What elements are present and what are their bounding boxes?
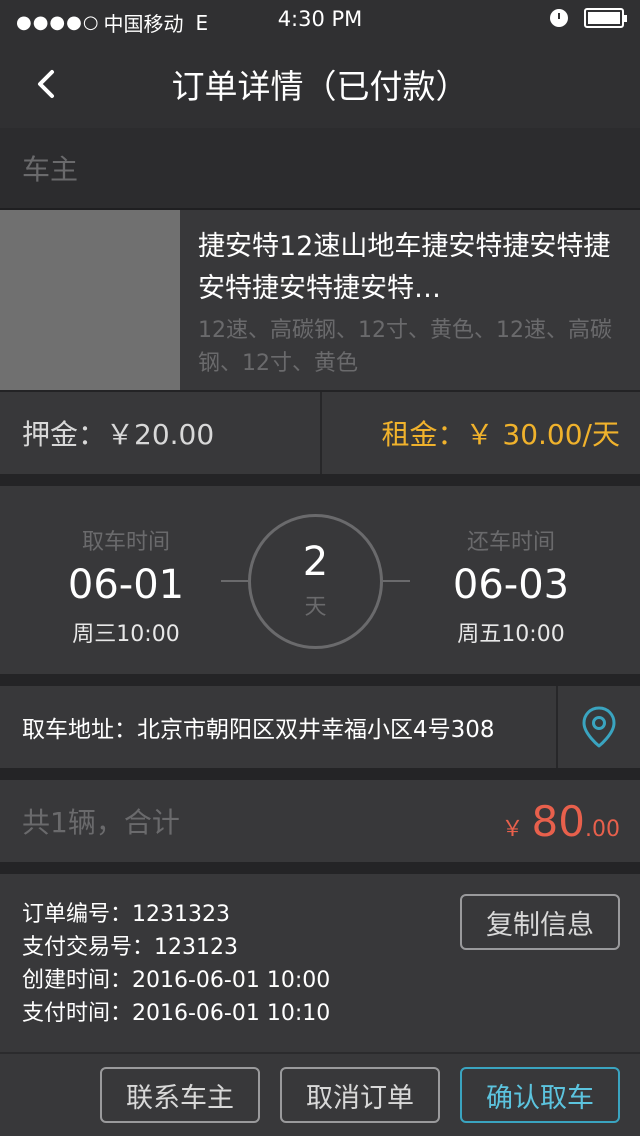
product-info: 捷安特12速山地车捷安特捷安特捷安特捷安特捷安特… 12速、高碳钢、12寸、黄色… — [180, 210, 640, 390]
owner-section-label: 车主 — [0, 128, 640, 210]
total-row: 共1辆，合计 ￥ 80 .00 — [0, 780, 640, 862]
pickup-address-row: 取车地址：北京市朝阳区双井幸福小区4号308 — [0, 686, 640, 768]
copy-info-button[interactable]: 复制信息 — [460, 894, 620, 950]
nav-bar: 订单详情（已付款） — [0, 40, 640, 128]
total-label: 共1辆，合计 — [22, 806, 180, 839]
rent-amount: 租金：￥ 30.00/天 — [381, 418, 621, 451]
location-button[interactable] — [558, 686, 640, 768]
contact-owner-button[interactable]: 联系车主 — [100, 1067, 260, 1123]
alarm-clock-icon — [550, 9, 568, 27]
rental-days-count: 2 — [302, 539, 329, 585]
return-weekday-time: 周五10:00 — [457, 622, 565, 647]
rental-days-unit: 天 — [304, 595, 327, 620]
total-amount-decimal: .00 — [585, 816, 620, 842]
product-image — [0, 210, 180, 390]
return-date: 06-03 — [452, 562, 570, 608]
product-name: 捷安特12速山地车捷安特捷安特捷安特捷安特捷安特… — [198, 231, 611, 304]
order-info-section: 订单编号：1231323 支付交易号：123123 创建时间：2016-06-0… — [0, 874, 640, 1054]
action-bar: 联系车主 取消订单 确认取车 — [0, 1054, 640, 1136]
confirm-pickup-button[interactable]: 确认取车 — [460, 1067, 620, 1123]
connector-line-right — [383, 580, 410, 582]
total-price: ￥ 80 .00 — [502, 797, 620, 846]
rental-period: 取车时间 06-01 周三10:00 2 天 还车时间 06-03 周五10:0… — [0, 486, 640, 674]
paid-time: 支付时间：2016-06-01 10:10 — [22, 1001, 331, 1026]
pickup-date: 06-01 — [67, 562, 185, 608]
status-right — [550, 8, 627, 28]
currency-symbol: ￥ — [501, 816, 524, 842]
total-amount-integer: 80 — [531, 796, 585, 846]
chevron-left-icon[interactable] — [26, 62, 70, 106]
deposit-amount: 押金：￥20.00 — [0, 392, 322, 474]
location-pin-icon[interactable] — [581, 705, 617, 749]
battery-icon — [584, 8, 627, 28]
pickup-time-block: 取车时间 06-01 周三10:00 — [26, 524, 226, 648]
rental-days-circle: 2 天 — [248, 514, 383, 649]
pickup-label: 取车时间 — [81, 530, 170, 555]
connector-line-left — [221, 580, 248, 582]
return-label: 还车时间 — [466, 530, 555, 555]
page-title: 订单详情（已付款） — [171, 67, 469, 106]
price-row: 押金：￥20.00 租金：￥ 30.00/天 — [0, 392, 640, 474]
status-time: 4:30 PM — [277, 7, 363, 31]
return-time-block: 还车时间 06-03 周五10:00 — [411, 524, 611, 648]
pickup-address: 取车地址：北京市朝阳区双井幸福小区4号308 — [0, 686, 558, 768]
product-specs: 12速、高碳钢、12寸、黄色、12速、高碳钢、12寸、黄色 — [198, 318, 612, 376]
pickup-weekday-time: 周三10:00 — [72, 622, 180, 647]
status-bar: ●●●●○ 中国移动 E 4:30 PM — [0, 0, 640, 40]
product-card[interactable]: 捷安特12速山地车捷安特捷安特捷安特捷安特捷安特… 12速、高碳钢、12寸、黄色… — [0, 210, 640, 392]
created-time: 创建时间：2016-06-01 10:00 — [22, 968, 331, 993]
cancel-order-button[interactable]: 取消订单 — [280, 1067, 440, 1123]
